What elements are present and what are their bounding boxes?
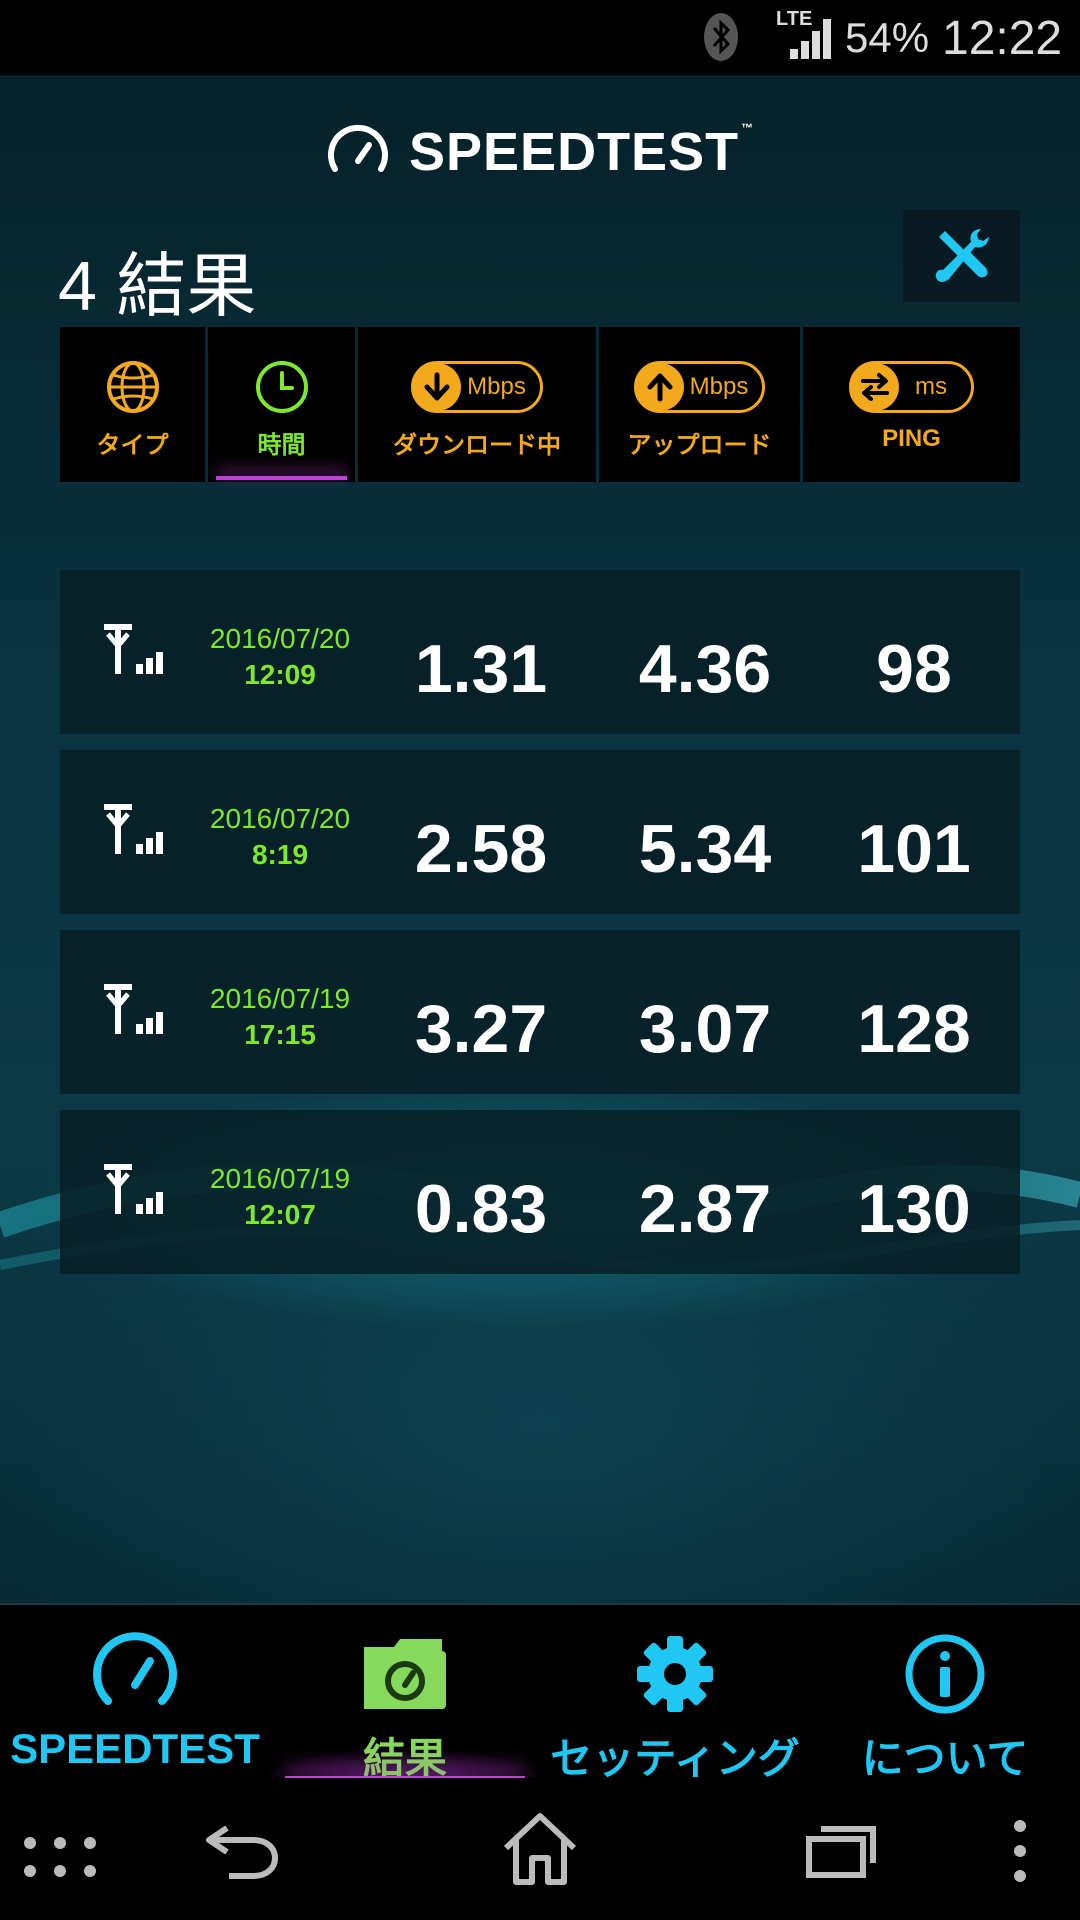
tab-label-results: 結果 (362, 1735, 447, 1782)
tab-label-about: について (861, 1735, 1029, 1782)
ping-unit-pill: ms (849, 361, 974, 413)
results-screen: SPEEDTEST ™ 4 結果 タイプ 時間 Mbps ダウンロード中 Mbp… (0, 75, 1080, 1603)
result-date: 2016/07/20 (209, 623, 351, 654)
result-time: 8:19 (251, 839, 309, 870)
tools-icon (935, 229, 989, 282)
result-ping: 130 (857, 1171, 971, 1247)
result-download: 1.31 (414, 631, 548, 707)
sort-label-time: 時間 (257, 432, 306, 459)
result-download: 3.27 (414, 991, 548, 1067)
sort-header: タイプ 時間 Mbps ダウンロード中 Mbps アップロード ms PING (60, 327, 1020, 482)
result-ping: 98 (876, 631, 952, 707)
info-icon (905, 1634, 985, 1714)
cellular-network-icon (104, 984, 163, 1034)
recent-apps-icon[interactable] (805, 1823, 877, 1879)
sort-label-ping: PING (882, 425, 941, 452)
result-time: 12:09 (244, 659, 316, 690)
upload-arrow-icon (647, 373, 673, 402)
system-nav-bar (0, 1778, 1080, 1920)
speedtest-logo: SPEEDTEST ™ (325, 117, 754, 187)
result-upload: 4.36 (638, 631, 772, 707)
result-time: 12:07 (244, 1199, 316, 1230)
tab-about[interactable]: について (810, 1605, 1080, 1782)
ping-unit: ms (915, 373, 947, 400)
tab-results[interactable]: 結果 (270, 1605, 540, 1782)
tools-button[interactable] (903, 210, 1020, 302)
result-ping: 101 (857, 811, 971, 887)
logo-text: SPEEDTEST ™ (409, 121, 755, 182)
tab-label-settings: セッティング (550, 1735, 800, 1782)
result-upload: 2.87 (638, 1171, 772, 1247)
tab-settings[interactable]: セッティング (540, 1605, 810, 1782)
result-upload: 5.34 (638, 811, 772, 887)
results-count: 4 結果 (58, 247, 257, 325)
download-unit-pill: Mbps (411, 361, 543, 413)
back-icon[interactable] (205, 1818, 281, 1882)
result-ping: 128 (857, 991, 971, 1067)
bluetooth-icon (704, 13, 738, 61)
sort-label-upload: アップロード (627, 432, 772, 459)
tab-label-speedtest: SPEEDTEST (10, 1725, 260, 1772)
results-folder-icon (364, 1639, 446, 1709)
result-date: 2016/07/19 (209, 983, 351, 1014)
cellular-network-icon (104, 624, 163, 674)
sort-by-time[interactable]: 時間 (208, 327, 355, 482)
home-icon[interactable] (500, 1810, 580, 1886)
sort-by-upload[interactable]: Mbps アップロード (599, 327, 800, 482)
result-date: 2016/07/20 (209, 803, 351, 834)
ping-arrows-icon (861, 373, 889, 401)
apps-grid-icon[interactable] (20, 1833, 102, 1881)
overflow-menu-icon[interactable] (1010, 1818, 1030, 1884)
result-row[interactable]: 2016/07/20 12:09 1.31 4.36 98 (60, 570, 1020, 734)
globe-icon (106, 361, 159, 413)
status-bar: LTE 54% 12:22 (0, 0, 1080, 75)
upload-unit-pill: Mbps (633, 361, 766, 413)
cellular-network-icon (104, 804, 163, 854)
signal-strength-icon (790, 19, 831, 59)
result-download: 0.83 (414, 1171, 548, 1247)
bottom-tab-bar: SPEEDTEST 結果 セッティング について (0, 1603, 1080, 1782)
sort-by-type[interactable]: タイプ (60, 327, 205, 482)
tab-speedtest[interactable]: SPEEDTEST (0, 1605, 270, 1780)
upload-unit: Mbps (689, 373, 749, 400)
result-date: 2016/07/19 (209, 1163, 351, 1194)
sort-by-download[interactable]: Mbps ダウンロード中 (358, 327, 596, 482)
clock-icon (255, 361, 308, 413)
sort-label-type: タイプ (96, 432, 169, 459)
clock: 12:22 (942, 12, 1063, 65)
result-row[interactable]: 2016/07/20 8:19 2.58 5.34 101 (60, 750, 1020, 914)
sort-label-download: ダウンロード中 (393, 432, 561, 459)
speedometer-logo-icon (328, 124, 388, 172)
battery-level: 54% (845, 14, 930, 61)
result-time: 17:15 (244, 1019, 316, 1050)
result-upload: 3.07 (638, 991, 772, 1067)
download-arrow-icon (424, 372, 450, 401)
result-row[interactable]: 2016/07/19 12:07 0.83 2.87 130 (60, 1110, 1020, 1274)
result-download: 2.58 (414, 811, 548, 887)
gear-icon (637, 1636, 713, 1712)
cellular-network-icon (104, 1164, 163, 1214)
sort-by-ping[interactable]: ms PING (803, 327, 1020, 482)
result-row[interactable]: 2016/07/19 17:15 3.27 3.07 128 (60, 930, 1020, 1094)
speedometer-icon (93, 1632, 177, 1705)
download-unit: Mbps (467, 373, 526, 400)
